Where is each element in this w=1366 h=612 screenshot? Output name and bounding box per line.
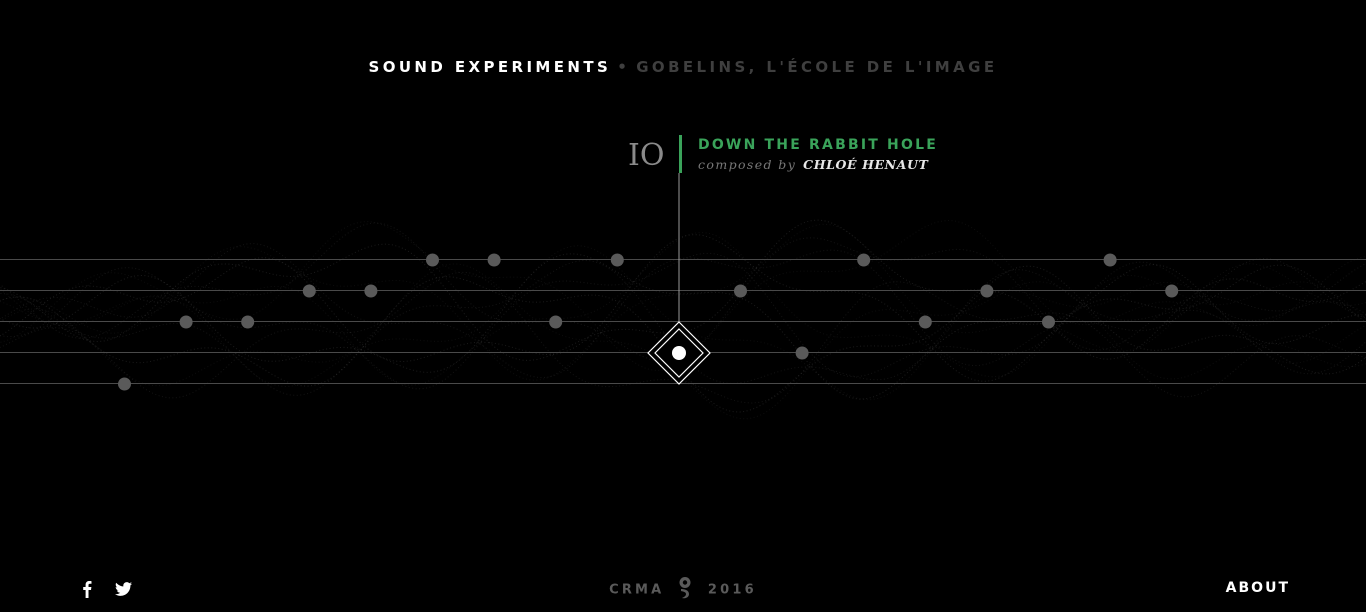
track-number: IO bbox=[628, 138, 665, 173]
byline-prefix: composed by bbox=[698, 157, 797, 172]
staff-note[interactable] bbox=[302, 284, 316, 298]
music-staff[interactable] bbox=[0, 0, 1366, 612]
current-note[interactable] bbox=[672, 346, 686, 360]
experiment-stage: SOUND EXPERIMENTS • GOBELINS, L'ÉCOLE DE L… bbox=[0, 0, 1366, 612]
waveform-particles bbox=[0, 219, 1366, 420]
staff-note[interactable] bbox=[118, 377, 131, 391]
credit-right: 2016 bbox=[707, 582, 757, 598]
composer-name[interactable]: CHLOÉ HENAUT bbox=[803, 157, 928, 172]
staff-note[interactable] bbox=[734, 284, 747, 298]
staff-note[interactable] bbox=[1042, 315, 1055, 329]
staff-note[interactable] bbox=[426, 253, 439, 267]
staff-note[interactable] bbox=[980, 284, 994, 298]
staff-note[interactable] bbox=[179, 315, 193, 329]
staff-note[interactable] bbox=[487, 253, 501, 267]
track-byline: composed by CHLOÉ HENAUT bbox=[698, 157, 928, 172]
staff-note[interactable] bbox=[1165, 284, 1179, 298]
staff-note[interactable] bbox=[241, 315, 255, 329]
gobelins-logo-icon[interactable] bbox=[678, 576, 692, 604]
staff-note[interactable] bbox=[918, 315, 932, 329]
staff-note[interactable] bbox=[795, 346, 809, 360]
track-title: DOWN THE RABBIT HOLE bbox=[698, 137, 938, 153]
footer-credit: CRMA 2016 bbox=[0, 576, 1366, 604]
staff-note[interactable] bbox=[1103, 253, 1117, 267]
staff-note[interactable] bbox=[857, 253, 871, 267]
staff-note[interactable] bbox=[610, 253, 624, 267]
credit-left: CRMA bbox=[609, 582, 665, 598]
staff-note[interactable] bbox=[549, 315, 563, 329]
staff-note[interactable] bbox=[364, 284, 378, 298]
playhead-cursor[interactable] bbox=[647, 321, 711, 385]
track-accent-bar bbox=[679, 135, 682, 173]
about-link[interactable]: ABOUT bbox=[1226, 580, 1290, 596]
